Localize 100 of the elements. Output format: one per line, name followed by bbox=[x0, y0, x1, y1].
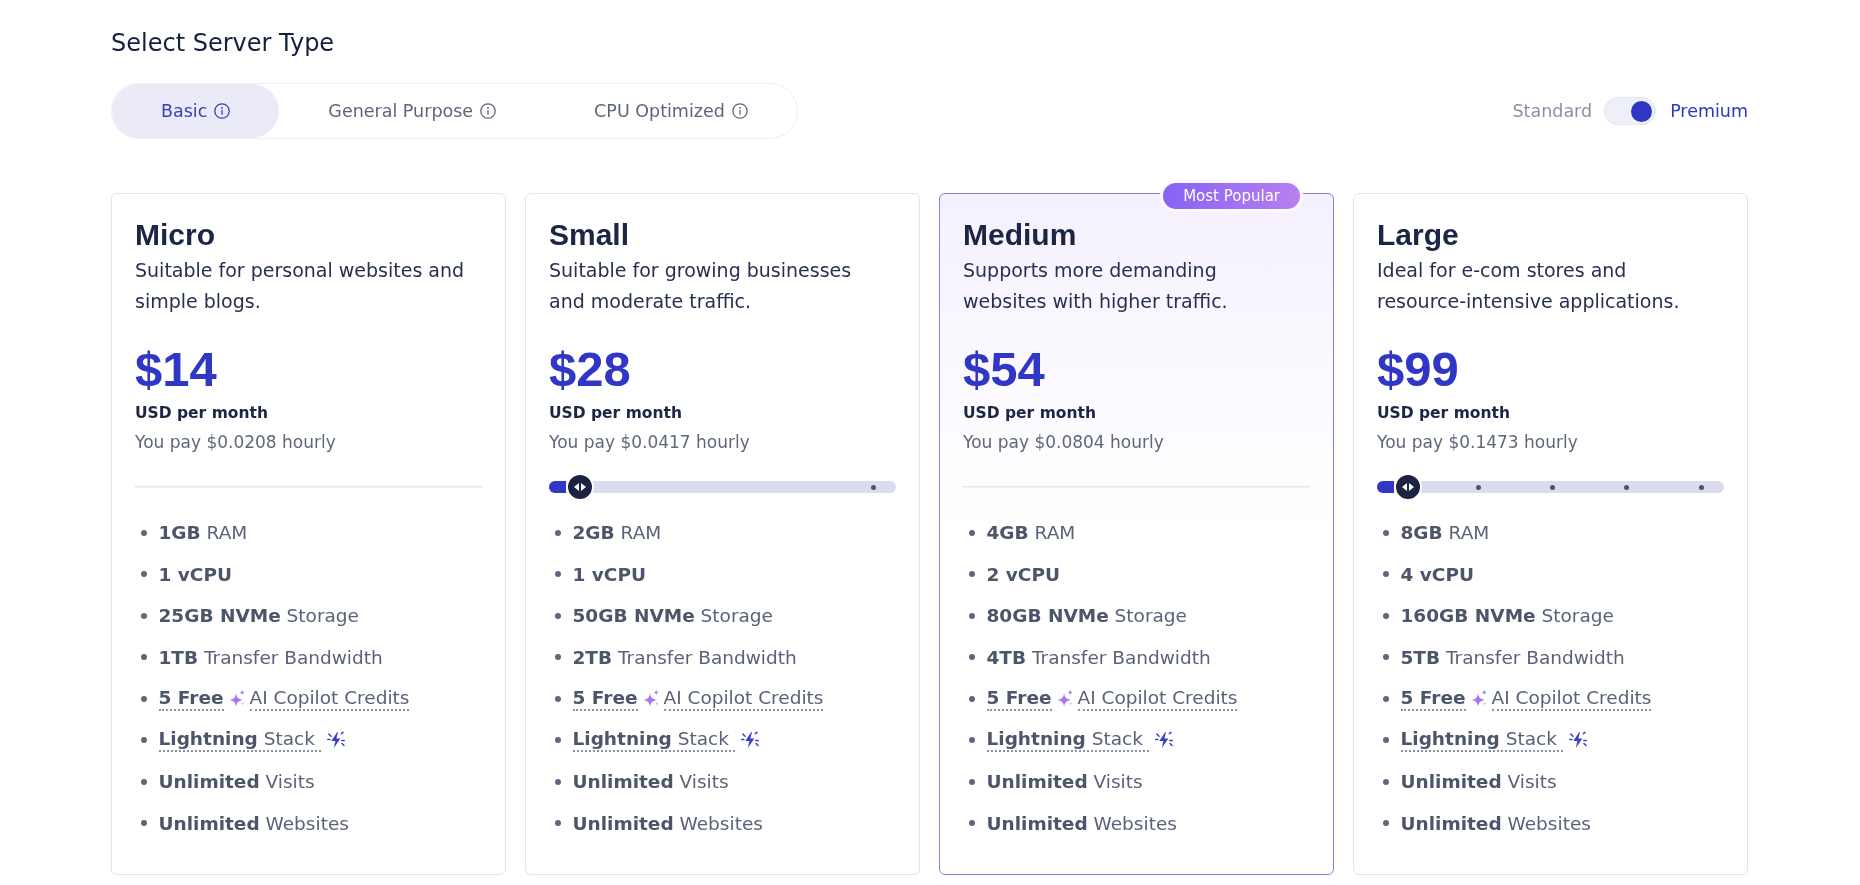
plan-name: Micro bbox=[135, 217, 216, 253]
tooltip-link[interactable]: Lightning Stack bbox=[158, 728, 321, 753]
slider[interactable] bbox=[1377, 473, 1724, 501]
plan-description: Supports more demanding websites with higher traffic. bbox=[963, 258, 1229, 314]
bullet-icon bbox=[1383, 695, 1389, 702]
tooltip-link[interactable]: 5 Free bbox=[158, 686, 224, 711]
bullet-icon bbox=[969, 571, 975, 578]
bullet-icon bbox=[141, 654, 147, 661]
tab[interactable]: CPU Optimized bbox=[545, 84, 797, 138]
bullet-icon bbox=[141, 612, 147, 619]
toggle-label: Premium bbox=[1670, 100, 1748, 123]
plan-name: Large bbox=[1377, 217, 1460, 253]
bullet-icon bbox=[141, 778, 147, 785]
feature-text: 160GB NVMe Storage bbox=[1400, 605, 1614, 627]
bullet-icon bbox=[555, 654, 561, 661]
feature-text: Unlimited Visits bbox=[986, 771, 1143, 793]
lightning-icon bbox=[1568, 731, 1587, 750]
feature-text: 4TB Transfer Bandwidth bbox=[986, 646, 1211, 668]
plan-description: Ideal for e-com stores and resource-intensive applications. bbox=[1377, 258, 1681, 314]
bullet-icon bbox=[555, 778, 561, 785]
plan-price: $54 bbox=[963, 341, 1046, 397]
feature-text: 2TB Transfer Bandwidth bbox=[572, 646, 797, 668]
toggle-switch[interactable] bbox=[1604, 97, 1657, 125]
lightning-icon bbox=[326, 731, 345, 750]
info-icon bbox=[731, 103, 748, 119]
feature-text: Unlimited Websites bbox=[986, 812, 1177, 834]
bullet-icon bbox=[141, 529, 147, 536]
slider[interactable] bbox=[549, 473, 896, 501]
price-period: USD per month bbox=[549, 403, 683, 424]
bullet-icon bbox=[555, 529, 561, 536]
bullet-icon bbox=[555, 612, 561, 619]
feature-text: 2GB RAM bbox=[572, 522, 662, 544]
feature-text: 5TB Transfer Bandwidth bbox=[1400, 646, 1625, 668]
plan-description: Suitable for growing businesses and moderate traffic. bbox=[549, 258, 853, 314]
plan-name: Small bbox=[549, 217, 631, 253]
bullet-icon bbox=[141, 737, 147, 744]
feature-text: Unlimited Websites bbox=[572, 812, 763, 834]
tooltip-link[interactable]: AI Copilot Credits bbox=[249, 686, 410, 711]
tooltip-link[interactable]: 5 Free bbox=[1400, 686, 1466, 711]
bullet-icon bbox=[141, 820, 147, 827]
tooltip-link[interactable]: 5 Free bbox=[572, 686, 638, 711]
price-period: USD per month bbox=[135, 403, 269, 424]
price-period: USD per month bbox=[963, 403, 1097, 424]
hourly-price: You pay $0.1473 hourly bbox=[1377, 431, 1579, 454]
bullet-icon bbox=[141, 571, 147, 578]
feature-text: Unlimited Websites bbox=[158, 812, 349, 834]
tooltip-link[interactable]: AI Copilot Credits bbox=[1077, 686, 1238, 711]
bullet-icon bbox=[1383, 820, 1389, 827]
tooltip-link[interactable]: 5 Free bbox=[986, 686, 1052, 711]
plan-price: $14 bbox=[135, 341, 218, 397]
bullet-icon bbox=[555, 695, 561, 702]
plan-name: Medium bbox=[963, 217, 1078, 253]
feature-text: 1 vCPU bbox=[572, 563, 647, 585]
feature-text: 80GB NVMe Storage bbox=[986, 605, 1187, 627]
feature-text: Unlimited Visits bbox=[158, 771, 315, 793]
toggle-label: Standard bbox=[1512, 100, 1593, 123]
plan-description: Suitable for personal websites and simple blogs. bbox=[135, 258, 466, 314]
tab[interactable]: Basic bbox=[112, 84, 280, 138]
feature-text: 25GB NVMe Storage bbox=[158, 605, 359, 627]
feature-text: Unlimited Visits bbox=[572, 771, 729, 793]
feature-text: Unlimited Visits bbox=[1400, 771, 1557, 793]
feature-text: 4 vCPU bbox=[1400, 563, 1475, 585]
tooltip-link[interactable]: AI Copilot Credits bbox=[663, 686, 824, 711]
tooltip-link[interactable]: Lightning Stack bbox=[1400, 728, 1563, 753]
feature-text: 2 vCPU bbox=[986, 563, 1061, 585]
info-icon bbox=[214, 103, 231, 119]
bullet-icon bbox=[969, 737, 975, 744]
hourly-price: You pay $0.0804 hourly bbox=[963, 431, 1165, 454]
bullet-icon bbox=[555, 571, 561, 578]
tooltip-link[interactable]: AI Copilot Credits bbox=[1491, 686, 1652, 711]
plan-price: $28 bbox=[549, 341, 632, 397]
bullet-icon bbox=[969, 695, 975, 702]
tooltip-link[interactable]: Lightning Stack bbox=[986, 728, 1149, 753]
price-period: USD per month bbox=[1377, 403, 1511, 424]
tooltip-link[interactable]: Lightning Stack bbox=[572, 728, 735, 753]
bullet-icon bbox=[969, 820, 975, 827]
feature-text: 1 vCPU bbox=[158, 563, 233, 585]
popular-badge: Most Popular bbox=[1160, 180, 1303, 212]
feature-text: 1GB RAM bbox=[158, 522, 248, 544]
plan-price: $99 bbox=[1377, 341, 1460, 397]
bullet-icon bbox=[1383, 612, 1389, 619]
feature-text: 50GB NVMe Storage bbox=[572, 605, 773, 627]
feature-text: 1TB Transfer Bandwidth bbox=[158, 646, 383, 668]
bullet-icon bbox=[141, 695, 147, 702]
lightning-icon bbox=[740, 731, 759, 750]
bullet-icon bbox=[969, 612, 975, 619]
bullet-icon bbox=[969, 778, 975, 785]
bullet-icon bbox=[1383, 571, 1389, 578]
hourly-price: You pay $0.0208 hourly bbox=[135, 431, 337, 454]
lightning-icon bbox=[1154, 731, 1173, 750]
bullet-icon bbox=[555, 820, 561, 827]
bullet-icon bbox=[555, 737, 561, 744]
tab[interactable]: General Purpose bbox=[279, 84, 546, 138]
bullet-icon bbox=[969, 654, 975, 661]
feature-text: 4GB RAM bbox=[986, 522, 1076, 544]
section-title: Select Server Type bbox=[111, 29, 336, 57]
bullet-icon bbox=[969, 529, 975, 536]
bullet-icon bbox=[1383, 737, 1389, 744]
left-right-arrows-icon bbox=[1402, 482, 1415, 492]
feature-text: Unlimited Websites bbox=[1400, 812, 1591, 834]
